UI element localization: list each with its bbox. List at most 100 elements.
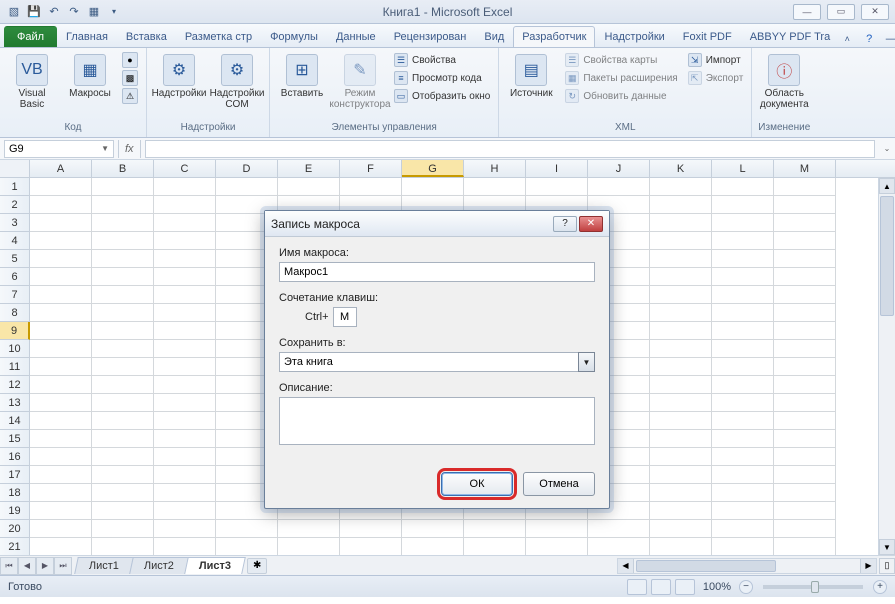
cell[interactable] (650, 268, 712, 286)
cell[interactable] (154, 394, 216, 412)
cell[interactable] (154, 520, 216, 538)
cell[interactable] (774, 430, 836, 448)
cell[interactable] (154, 484, 216, 502)
cell[interactable] (30, 394, 92, 412)
cell[interactable] (650, 322, 712, 340)
import-xml-button[interactable]: ⇲Импорт (686, 52, 746, 68)
cell[interactable] (278, 178, 340, 196)
cell[interactable] (650, 232, 712, 250)
view-code-button[interactable]: ≡Просмотр кода (392, 70, 492, 86)
cell[interactable] (774, 304, 836, 322)
cell[interactable] (650, 358, 712, 376)
select-all-corner[interactable] (0, 160, 30, 177)
cell[interactable] (774, 394, 836, 412)
cell[interactable] (154, 466, 216, 484)
cell[interactable] (154, 250, 216, 268)
cell[interactable] (278, 538, 340, 555)
insert-control-button[interactable]: ⊞Вставить (276, 52, 328, 101)
dialog-help-button[interactable]: ? (553, 216, 577, 232)
cell[interactable] (278, 520, 340, 538)
cell[interactable] (650, 286, 712, 304)
ribbon-minimize-icon[interactable]: ˄ (839, 31, 855, 47)
cell[interactable] (92, 412, 154, 430)
cell[interactable] (712, 268, 774, 286)
dialog-titlebar[interactable]: Запись макроса ? ✕ (265, 211, 609, 237)
cell[interactable] (712, 448, 774, 466)
cell[interactable] (154, 232, 216, 250)
cell[interactable] (526, 520, 588, 538)
row-header[interactable]: 1 (0, 178, 30, 196)
new-sheet-button[interactable]: ✱ (247, 558, 267, 574)
cell[interactable] (526, 538, 588, 555)
document-panel-button[interactable]: ⓘОбласть документа (758, 52, 810, 112)
row-header[interactable]: 7 (0, 286, 30, 304)
cell[interactable] (774, 448, 836, 466)
cell[interactable] (154, 196, 216, 214)
cell[interactable] (650, 484, 712, 502)
cell[interactable] (30, 430, 92, 448)
cell[interactable] (588, 538, 650, 555)
cell[interactable] (774, 232, 836, 250)
macros-button[interactable]: ▦Макросы (64, 52, 116, 101)
row-header[interactable]: 4 (0, 232, 30, 250)
cell[interactable] (774, 340, 836, 358)
dialog-close-button[interactable]: ✕ (579, 216, 603, 232)
cell[interactable] (92, 448, 154, 466)
refresh-data-button[interactable]: ↻Обновить данные (563, 88, 679, 104)
cell[interactable] (154, 268, 216, 286)
cell[interactable] (154, 448, 216, 466)
sheet-nav-last-icon[interactable]: ⏭ (54, 557, 72, 575)
cell[interactable] (92, 430, 154, 448)
cell[interactable] (30, 340, 92, 358)
tab-главная[interactable]: Главная (57, 26, 117, 47)
cell[interactable] (92, 466, 154, 484)
cell[interactable] (30, 304, 92, 322)
cell[interactable] (30, 196, 92, 214)
row-header[interactable]: 21 (0, 538, 30, 555)
column-header[interactable]: G (402, 160, 464, 177)
cell[interactable] (712, 232, 774, 250)
row-header[interactable]: 19 (0, 502, 30, 520)
sheet-nav-next-icon[interactable]: ▶ (36, 557, 54, 575)
row-header[interactable]: 11 (0, 358, 30, 376)
description-textarea[interactable] (279, 397, 595, 445)
cell[interactable] (464, 520, 526, 538)
zoom-out-button[interactable]: − (739, 580, 753, 594)
cell[interactable] (774, 466, 836, 484)
xml-source-button[interactable]: ▤Источник (505, 52, 557, 101)
cell[interactable] (650, 394, 712, 412)
cell[interactable] (92, 250, 154, 268)
zoom-slider[interactable] (763, 585, 863, 589)
cell[interactable] (30, 286, 92, 304)
cell[interactable] (650, 412, 712, 430)
tab-вставка[interactable]: Вставка (117, 26, 176, 47)
tab-рецензирован[interactable]: Рецензирован (385, 26, 476, 47)
row-header[interactable]: 3 (0, 214, 30, 232)
row-header[interactable]: 6 (0, 268, 30, 286)
tab-file[interactable]: Файл (4, 26, 57, 47)
scroll-down-icon[interactable]: ▼ (879, 539, 895, 555)
cell[interactable] (30, 322, 92, 340)
cell[interactable] (588, 520, 650, 538)
minimize-button[interactable]: — (793, 4, 821, 20)
horizontal-scrollbar[interactable]: ◀ ▶ (617, 558, 877, 574)
cell[interactable] (154, 502, 216, 520)
cell[interactable] (30, 178, 92, 196)
cell[interactable] (712, 484, 774, 502)
cell[interactable] (216, 178, 278, 196)
row-header[interactable]: 14 (0, 412, 30, 430)
cell[interactable] (774, 412, 836, 430)
cell[interactable] (650, 538, 712, 555)
close-button[interactable]: ✕ (861, 4, 889, 20)
help-icon[interactable]: ? (861, 31, 877, 47)
namebox-dropdown-icon[interactable]: ▼ (101, 144, 109, 153)
cell[interactable] (650, 214, 712, 232)
cell[interactable] (650, 340, 712, 358)
cell[interactable] (712, 430, 774, 448)
tab-разработчик[interactable]: Разработчик (513, 26, 595, 47)
formula-input[interactable] (145, 140, 875, 158)
qat-extra-icon[interactable]: ▦ (86, 4, 102, 20)
cell[interactable] (216, 538, 278, 555)
column-header[interactable]: I (526, 160, 588, 177)
save-icon[interactable]: 💾 (26, 4, 42, 20)
